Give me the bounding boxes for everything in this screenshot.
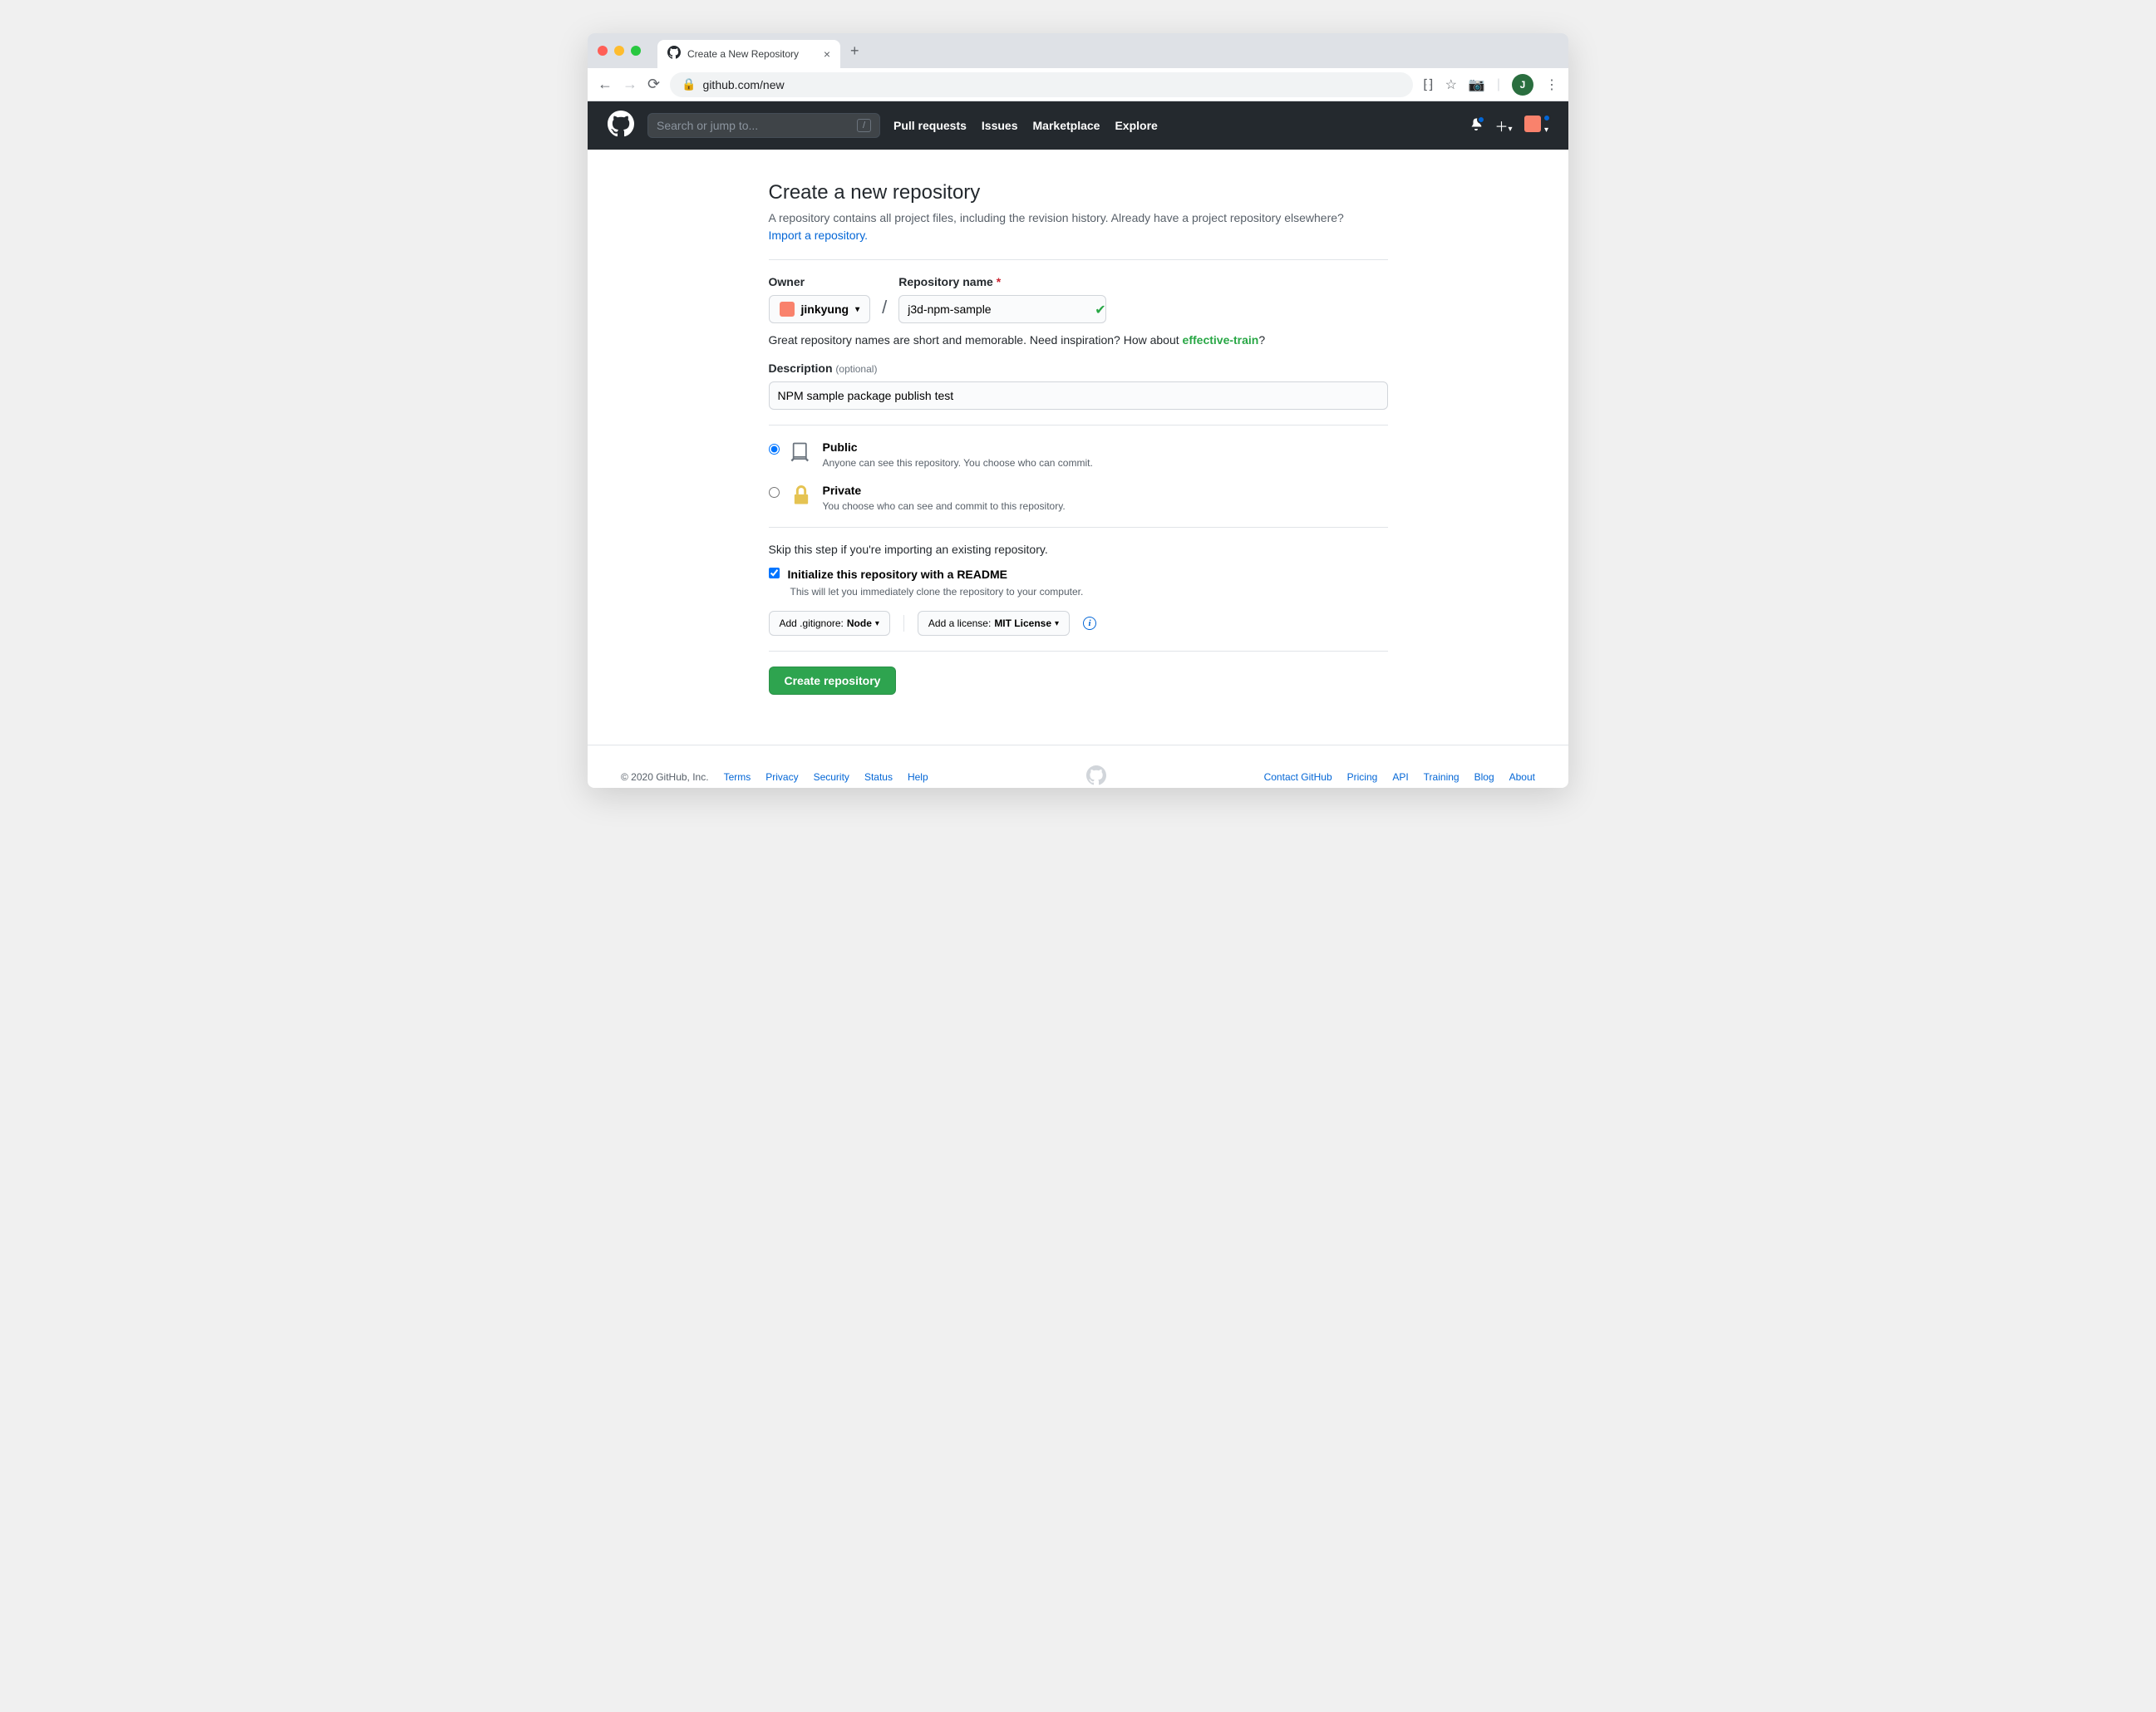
github-header: Search or jump to... / Pull requests Iss… [588, 101, 1568, 150]
footer-about[interactable]: About [1509, 771, 1535, 783]
close-window[interactable] [598, 46, 608, 56]
forward-button[interactable]: → [623, 76, 637, 93]
address-bar[interactable]: 🔒 github.com/new [670, 72, 1413, 97]
repo-name-label: Repository name * [898, 275, 1106, 288]
private-desc: You choose who can see and commit to thi… [823, 500, 1066, 512]
import-repo-link[interactable]: Import a repository. [769, 229, 869, 242]
nav-issues[interactable]: Issues [982, 119, 1018, 132]
suggestion-link[interactable]: effective-train [1183, 333, 1259, 347]
github-favicon [667, 46, 681, 63]
info-icon[interactable]: i [1083, 617, 1096, 630]
notification-dot [1477, 116, 1485, 124]
titlebar: Create a New Repository × + [588, 33, 1568, 68]
readme-checkbox[interactable] [769, 568, 780, 578]
owner-select[interactable]: jinkyung ▾ [769, 295, 871, 323]
public-radio[interactable] [769, 444, 780, 455]
close-tab-icon[interactable]: × [824, 47, 830, 61]
browser-window: Create a New Repository × + ← → ⟳ 🔒 gith… [588, 33, 1568, 788]
create-new-dropdown[interactable]: ＋▾ [1494, 116, 1512, 135]
user-menu-dot [1543, 114, 1551, 122]
back-button[interactable]: ← [598, 76, 613, 93]
browser-toolbar: ← → ⟳ 🔒 github.com/new ⁅⁆ ☆ 📷 | J ⋮ [588, 68, 1568, 101]
footer-pricing[interactable]: Pricing [1347, 771, 1378, 783]
menu-icon[interactable]: ⋮ [1545, 76, 1558, 93]
footer-contact[interactable]: Contact GitHub [1264, 771, 1332, 783]
search-placeholder: Search or jump to... [657, 119, 758, 132]
page-title: Create a new repository [769, 181, 1388, 204]
star-icon[interactable]: ☆ [1445, 76, 1457, 93]
footer-status[interactable]: Status [864, 771, 893, 783]
main-content: Create a new repository A repository con… [769, 150, 1388, 711]
chevron-down-icon: ▾ [855, 305, 859, 314]
public-desc: Anyone can see this repository. You choo… [823, 457, 1093, 469]
footer-logo-icon [1086, 765, 1106, 788]
url-text: github.com/new [703, 78, 785, 91]
window-controls [598, 46, 641, 56]
repo-name-input[interactable] [898, 295, 1106, 323]
user-menu[interactable]: ▾ [1524, 116, 1548, 136]
footer-blog[interactable]: Blog [1474, 771, 1494, 783]
github-nav: Pull requests Issues Marketplace Explore [893, 119, 1158, 132]
private-radio[interactable] [769, 487, 780, 498]
footer-training[interactable]: Training [1424, 771, 1459, 783]
profile-avatar[interactable]: J [1512, 74, 1533, 96]
skip-text: Skip this step if you're importing an ex… [769, 543, 1388, 556]
readme-desc: This will let you immediately clone the … [790, 586, 1388, 598]
reload-button[interactable]: ⟳ [647, 76, 660, 93]
nav-pull-requests[interactable]: Pull requests [893, 119, 967, 132]
new-tab-button[interactable]: + [850, 42, 859, 60]
tab-title: Create a New Repository [687, 48, 817, 60]
github-logo-icon[interactable] [608, 111, 634, 141]
footer: © 2020 GitHub, Inc. Terms Privacy Securi… [588, 745, 1568, 788]
description-label: Description (optional) [769, 362, 1388, 375]
description-input[interactable] [769, 381, 1388, 410]
copyright: © 2020 GitHub, Inc. [621, 771, 709, 783]
name-hint: Great repository names are short and mem… [769, 333, 1388, 347]
create-repository-button[interactable]: Create repository [769, 667, 897, 695]
private-lock-icon [790, 484, 813, 511]
footer-terms[interactable]: Terms [724, 771, 751, 783]
maximize-window[interactable] [631, 46, 641, 56]
toolbar-icons: ⁅⁆ ☆ 📷 | J ⋮ [1423, 74, 1558, 96]
notifications-icon[interactable] [1469, 117, 1483, 135]
header-right: ＋▾ ▾ [1469, 116, 1548, 136]
browser-tab[interactable]: Create a New Repository × [657, 40, 840, 68]
path-separator: / [882, 297, 887, 323]
camera-icon[interactable]: 📷 [1469, 76, 1485, 93]
translate-icon[interactable]: ⁅⁆ [1423, 76, 1433, 93]
footer-api[interactable]: API [1392, 771, 1408, 783]
footer-security[interactable]: Security [814, 771, 849, 783]
license-dropdown[interactable]: Add a license: MIT License▾ [918, 611, 1070, 636]
nav-marketplace[interactable]: Marketplace [1033, 119, 1100, 132]
footer-privacy[interactable]: Privacy [765, 771, 798, 783]
public-repo-icon [790, 440, 813, 468]
github-search[interactable]: Search or jump to... / [647, 113, 880, 138]
public-label: Public [823, 440, 858, 454]
check-icon: ✔ [1095, 302, 1105, 323]
readme-label: Initialize this repository with a README [788, 568, 1007, 581]
slash-key-icon: / [857, 119, 871, 132]
owner-label: Owner [769, 275, 871, 288]
lock-icon: 🔒 [682, 77, 696, 91]
minimize-window[interactable] [614, 46, 624, 56]
owner-avatar-icon [780, 302, 795, 317]
gitignore-dropdown[interactable]: Add .gitignore: Node▾ [769, 611, 890, 636]
private-label: Private [823, 484, 862, 497]
page-subtitle: A repository contains all project files,… [769, 209, 1388, 244]
nav-explore[interactable]: Explore [1115, 119, 1157, 132]
footer-help[interactable]: Help [908, 771, 928, 783]
